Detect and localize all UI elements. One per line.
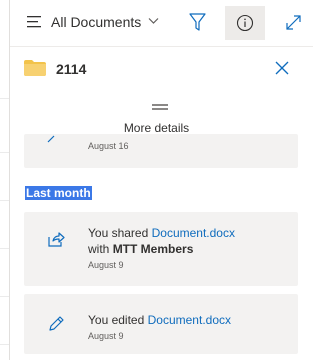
list-view-edge bbox=[0, 0, 9, 360]
close-icon[interactable] bbox=[275, 61, 289, 75]
command-bar: All Documents bbox=[0, 0, 313, 46]
info-button[interactable] bbox=[225, 6, 265, 40]
pencil-icon bbox=[49, 316, 64, 331]
chevron-down-icon[interactable] bbox=[148, 17, 159, 25]
activity-text: You shared Document.docx bbox=[88, 226, 235, 240]
activity-text: You edited Document.docx bbox=[88, 313, 231, 327]
section-heading: Last month bbox=[25, 186, 92, 200]
activity-date: August 9 bbox=[88, 260, 124, 270]
folder-icon bbox=[24, 60, 46, 76]
expand-icon[interactable] bbox=[285, 14, 302, 31]
activity-text-line2: with MTT Members bbox=[88, 242, 194, 256]
hamburger-icon[interactable] bbox=[26, 14, 42, 30]
filter-icon[interactable] bbox=[189, 13, 206, 32]
view-selector[interactable]: All Documents bbox=[51, 14, 141, 30]
share-icon bbox=[48, 232, 65, 247]
document-link[interactable]: Document.docx bbox=[148, 313, 231, 327]
info-icon bbox=[236, 14, 254, 32]
activity-card: You shared Document.docx with MTT Member… bbox=[24, 212, 298, 286]
pencil-icon bbox=[47, 135, 55, 143]
activity-card: You edited Document.docx August 9 bbox=[24, 294, 298, 354]
folder-title: 2114 bbox=[56, 61, 87, 77]
activity-card: August 16 bbox=[24, 134, 298, 168]
more-details-label[interactable]: More details bbox=[0, 121, 313, 135]
activity-date: August 9 bbox=[88, 331, 124, 341]
drag-handle-icon[interactable] bbox=[152, 104, 168, 110]
share-target: MTT Members bbox=[112, 242, 194, 256]
activity-date: August 16 bbox=[88, 141, 129, 151]
document-link[interactable]: Document.docx bbox=[152, 226, 235, 240]
details-header: 2114 bbox=[10, 47, 313, 92]
